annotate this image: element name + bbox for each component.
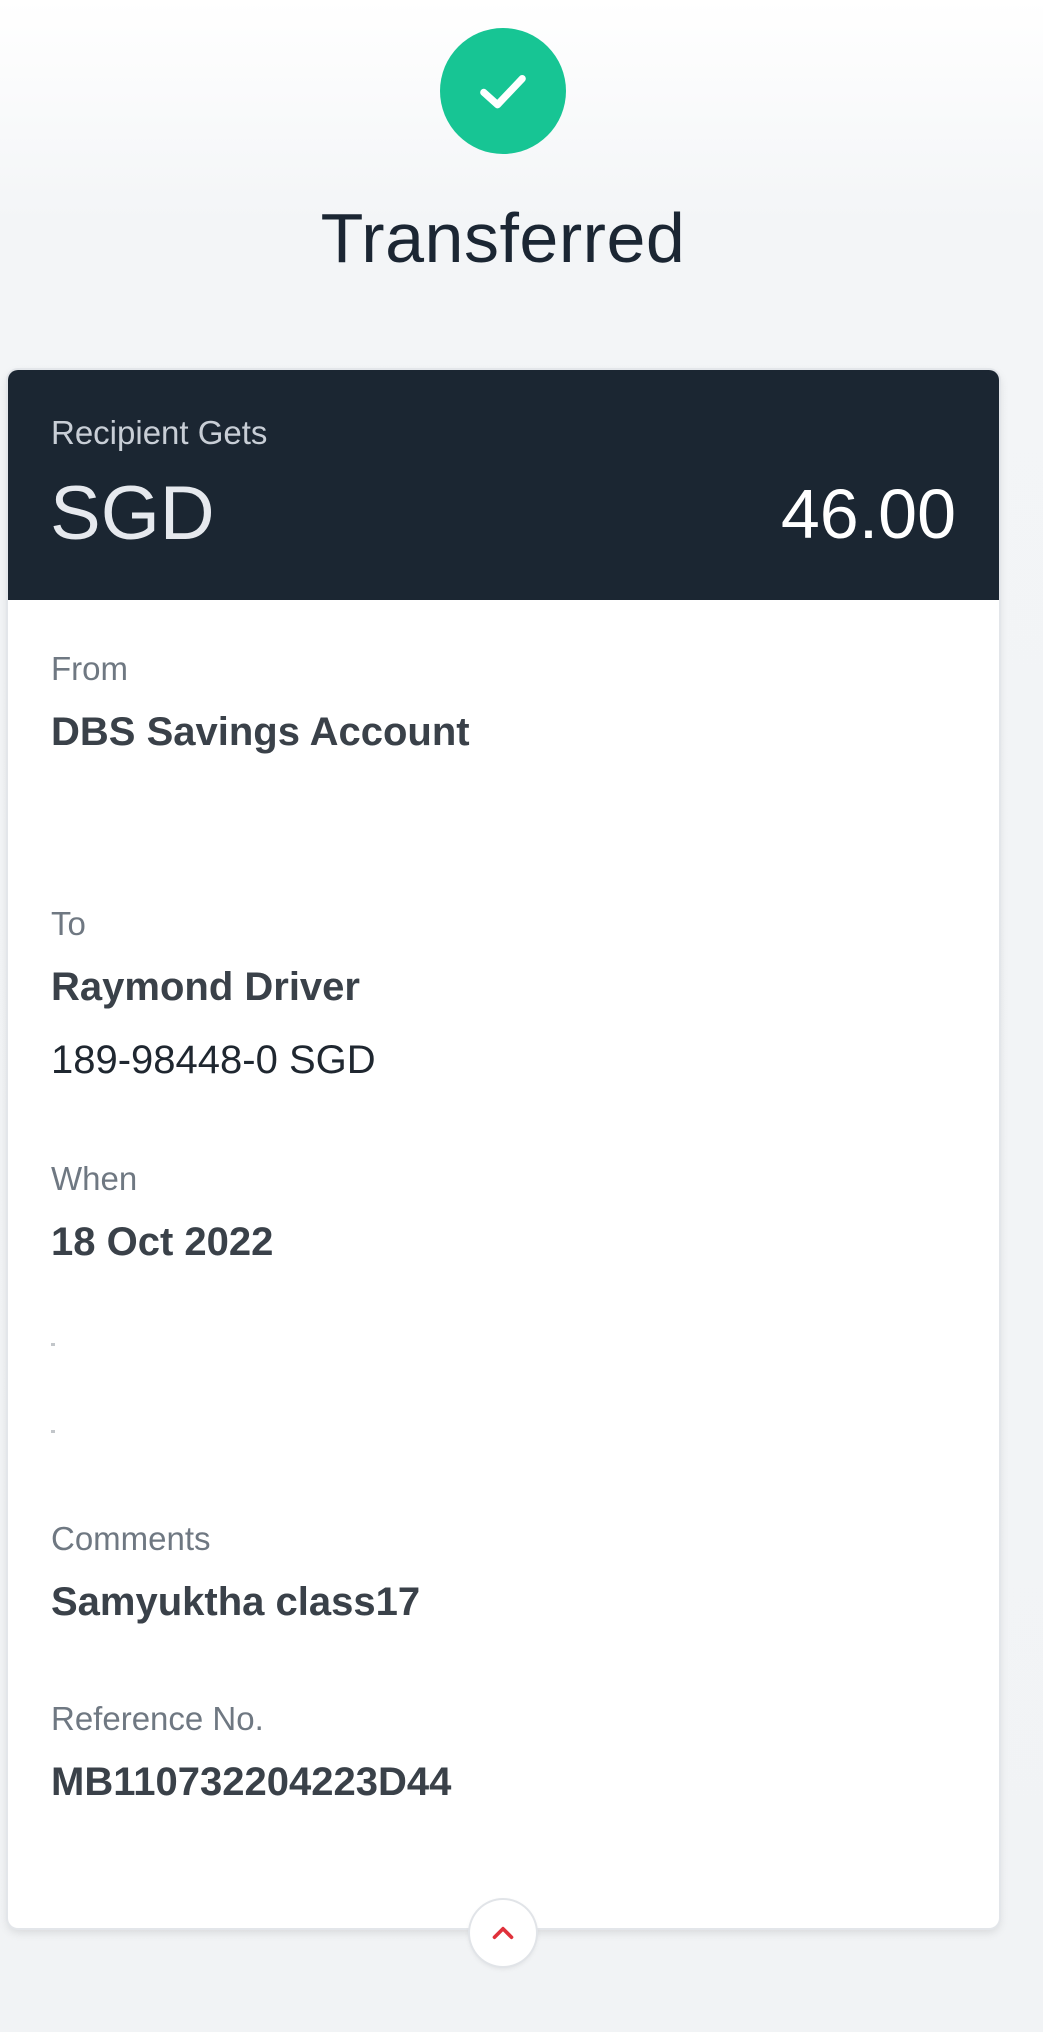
transfer-details-card: Recipient Gets SGD 46.00 From DBS Saving… <box>8 370 999 1928</box>
amount-label: Recipient Gets <box>51 414 268 451</box>
from-label: From <box>51 650 128 687</box>
status-title: Transferred <box>320 199 686 277</box>
reference-number: MB110732204223D44 <box>51 1760 452 1804</box>
faint-mark <box>51 1430 55 1433</box>
recipient-account: 189-98448-0 SGD <box>51 1038 376 1082</box>
from-account: DBS Savings Account <box>51 710 470 754</box>
collapse-button[interactable] <box>470 1900 536 1966</box>
comments-label: Comments <box>51 1520 211 1557</box>
recipient-name: Raymond Driver <box>51 965 360 1009</box>
amount-value: 46.00 <box>780 475 956 553</box>
comments-value: Samyuktha class17 <box>51 1580 421 1624</box>
amount-currency: SGD <box>50 471 215 556</box>
when-label: When <box>51 1160 138 1197</box>
amount-header: Recipient Gets SGD 46.00 <box>8 370 999 600</box>
to-label: To <box>51 905 86 942</box>
success-check-icon <box>440 28 566 154</box>
transfer-date: 18 Oct 2022 <box>51 1220 274 1264</box>
check-icon <box>480 75 526 109</box>
chevron-up-icon <box>492 1926 514 1940</box>
faint-mark <box>51 1343 55 1346</box>
reference-label: Reference No. <box>51 1700 264 1737</box>
